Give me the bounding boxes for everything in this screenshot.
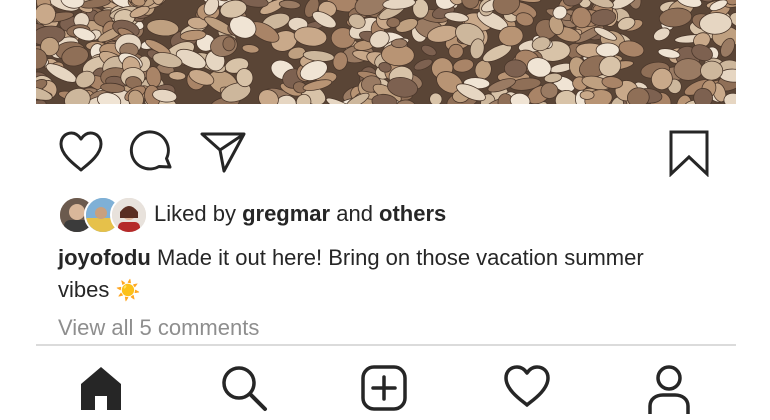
tab-search[interactable] (214, 364, 274, 420)
avatar (110, 196, 148, 234)
likes-and: and (330, 201, 380, 226)
likes-summary: Liked by gregmar and others (154, 201, 446, 227)
bookmark-icon (669, 130, 709, 177)
like-button[interactable] (56, 128, 106, 176)
comment-button[interactable] (128, 128, 176, 176)
share-button[interactable] (198, 128, 248, 176)
tab-new-post[interactable] (354, 364, 414, 420)
post-action-bar (36, 104, 736, 194)
likes-prefix: Liked by (154, 201, 243, 226)
likes-row: Liked by gregmar and others (58, 196, 446, 234)
share-icon (200, 132, 246, 173)
liked-by-username[interactable]: gregmar (242, 201, 330, 226)
tab-profile[interactable] (639, 364, 699, 420)
bookmark-button[interactable] (666, 128, 712, 178)
sun-emoji: ☀️ (115, 280, 141, 302)
tab-activity[interactable] (497, 364, 557, 420)
liker-avatars[interactable] (58, 196, 148, 234)
view-all-comments-link[interactable]: View all 5 comments (58, 315, 259, 341)
rocks-image (36, 0, 736, 104)
liked-by-others-link[interactable]: others (379, 201, 446, 226)
profile-icon (648, 365, 690, 414)
post-photo[interactable] (36, 0, 736, 104)
heart-icon (59, 131, 103, 172)
bottom-tab-bar (36, 346, 736, 420)
home-icon (81, 367, 121, 410)
tab-home[interactable] (71, 364, 131, 420)
comment-icon (129, 130, 172, 171)
add-post-icon (361, 365, 407, 411)
activity-heart-icon (504, 365, 550, 407)
search-icon (222, 366, 267, 411)
caption-username[interactable]: joyofodu (58, 245, 151, 270)
post-caption: joyofodu Made it out here! Bring on thos… (58, 242, 658, 307)
